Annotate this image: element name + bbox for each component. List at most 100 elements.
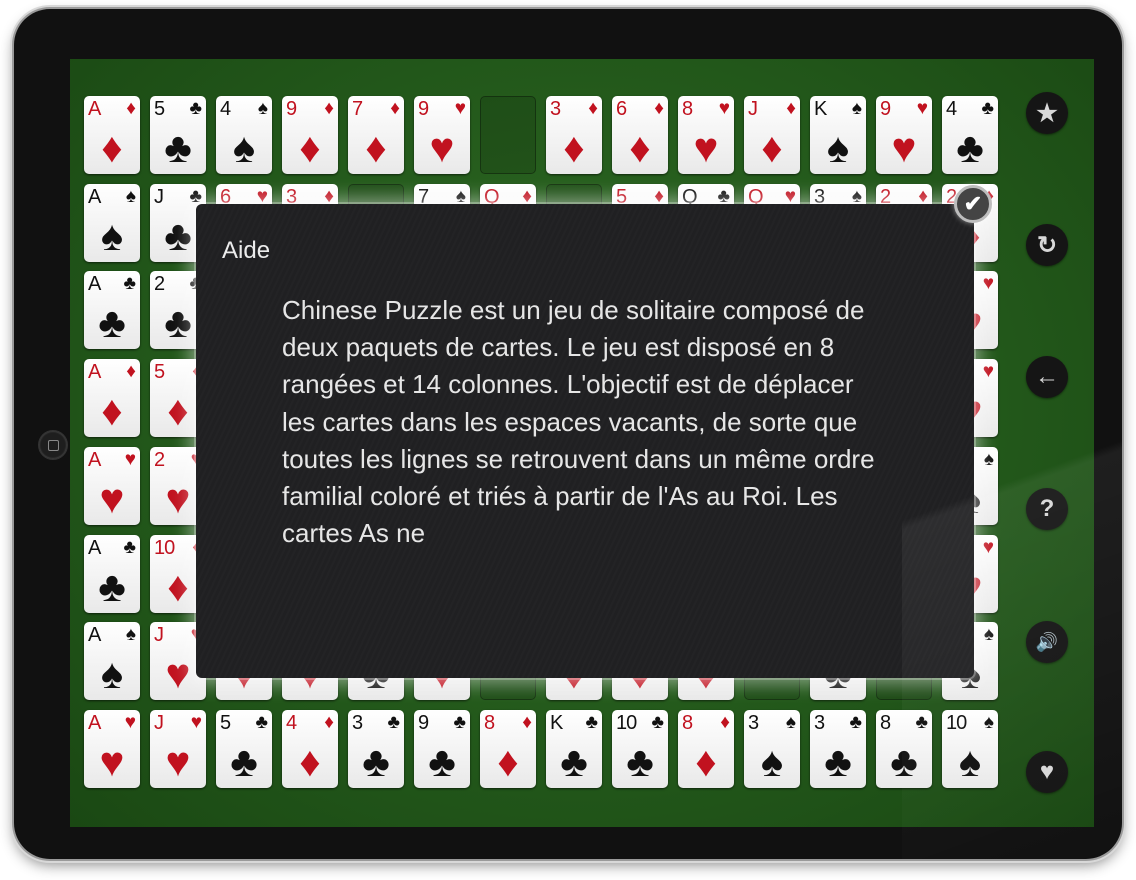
card-rank: 8 — [682, 98, 693, 120]
playing-card[interactable]: A ♥ ♥ — [84, 446, 140, 525]
card-suit-large: ♣ — [626, 737, 654, 785]
card-rank: A — [88, 711, 101, 734]
playing-card[interactable]: J♥♥ — [150, 709, 206, 788]
playing-card[interactable]: 9 ♦ ♦ — [282, 96, 338, 174]
playing-card[interactable]: 3♦♦ — [546, 96, 602, 174]
card-suit-large: ♣ — [362, 737, 390, 785]
card-suit-large: ♣ — [98, 299, 126, 347]
card-suit-small: ♣ — [915, 711, 928, 733]
card-suit-large: ♥ — [99, 474, 125, 522]
card-rank: J — [154, 185, 164, 208]
card-suit-large: ♣ — [428, 737, 456, 785]
close-dialog-button[interactable]: ✔ — [954, 185, 992, 223]
card-suit-large: ♦ — [629, 124, 651, 171]
playing-card[interactable]: 6 ♦ ♦ — [612, 96, 668, 174]
card-rank: A — [88, 624, 101, 647]
sound-button[interactable]: 🔊 — [1026, 621, 1068, 663]
card-rank: 2 — [154, 448, 165, 471]
help-button[interactable]: ? — [1026, 488, 1068, 530]
card-suit-small: ♥ — [454, 98, 466, 119]
card-suit-small: ♠ — [785, 711, 796, 733]
card-suit-large: ♦ — [761, 124, 783, 171]
playing-card[interactable]: 8 ♦ ♦ — [678, 709, 734, 788]
card-suit-small: ♠ — [983, 448, 994, 470]
playing-card[interactable]: A ♦ ♦ — [84, 96, 140, 174]
playing-card[interactable]: 5 ♣ ♣ — [216, 709, 272, 788]
card-suit-large: ♦ — [365, 124, 387, 171]
playing-card[interactable]: 9 ♥ ♥ — [876, 96, 932, 174]
card-suit-small: ♥ — [190, 711, 202, 733]
card-rank: 3 — [550, 98, 561, 120]
card-suit-large: ♦ — [299, 737, 321, 785]
card-rank: 10 — [946, 711, 967, 734]
playing-card[interactable]: 8 ♦ ♦ — [480, 709, 536, 788]
card-suit-small: ♦ — [588, 98, 598, 119]
card-suit-small: ♦ — [126, 361, 136, 383]
help-icon: ? — [1039, 495, 1055, 522]
playing-card[interactable]: 10 ♠ ♠ — [942, 709, 998, 788]
card-suit-small: ♣ — [651, 711, 664, 733]
playing-card[interactable]: A ♠ ♠ — [84, 622, 140, 701]
card-suit-large: ♣ — [890, 737, 918, 785]
card-suit-large: ♦ — [101, 124, 123, 171]
playing-card[interactable]: 9 ♥ ♥ — [414, 96, 470, 174]
sound-icon: 🔊 — [1035, 631, 1059, 652]
playing-card[interactable]: 3 ♣ ♣ — [348, 709, 404, 788]
playing-card[interactable]: A ♣ ♣ — [84, 534, 140, 613]
card-suit-small: ♦ — [786, 98, 796, 119]
home-button[interactable] — [38, 430, 68, 460]
star-button[interactable]: ★ — [1026, 92, 1068, 134]
star-icon: ★ — [1036, 99, 1058, 127]
card-suit-large: ♦ — [497, 737, 519, 785]
card-rank: 6 — [616, 98, 627, 120]
card-rank: A — [88, 98, 101, 120]
restart-button[interactable]: ↻ — [1026, 224, 1068, 266]
card-suit-small: ♦ — [390, 98, 400, 119]
empty-slot[interactable] — [480, 96, 536, 174]
card-suit-large: ♠ — [100, 211, 124, 259]
playing-card[interactable]: 3 ♣ ♣ — [810, 709, 866, 788]
playing-card[interactable]: 10 ♣ ♣ — [612, 709, 668, 788]
heart-button[interactable]: ♥ — [1026, 751, 1068, 793]
card-rank: A — [88, 361, 101, 384]
card-suit-small: ♠ — [851, 98, 862, 119]
playing-card[interactable]: 8 ♥ ♥ — [678, 96, 734, 174]
card-rank: 7 — [352, 98, 363, 120]
playing-card[interactable]: A ♥ ♥ — [84, 709, 140, 788]
card-suit-small: ♥ — [982, 361, 994, 383]
card-rank: K — [814, 98, 827, 120]
playing-card[interactable]: J ♦ ♦ — [744, 96, 800, 174]
card-rank: 10 — [154, 536, 175, 559]
card-suit-small: ♦ — [654, 98, 664, 119]
playing-card[interactable]: 4 ♣ ♣ — [942, 96, 998, 174]
card-suit-small: ♦ — [522, 711, 532, 733]
playing-card[interactable]: 4♦♦ — [282, 709, 338, 788]
playing-card[interactable]: A ♠ ♠ — [84, 183, 140, 262]
card-rank: A — [88, 185, 101, 208]
restart-icon: ↻ — [1036, 231, 1058, 259]
card-suit-small: ♣ — [255, 711, 268, 733]
card-rank: A — [88, 536, 101, 559]
card-suit-large: ♠ — [826, 124, 850, 171]
card-rank: 8 — [682, 711, 693, 734]
playing-card[interactable]: 9 ♣ ♣ — [414, 709, 470, 788]
card-suit-small: ♣ — [123, 273, 136, 295]
playing-card[interactable]: A ♦ ♦ — [84, 359, 140, 438]
playing-card[interactable]: 8 ♣ ♣ — [876, 709, 932, 788]
card-suit-small: ♥ — [124, 711, 136, 733]
playing-card[interactable]: K ♣ ♣ — [546, 709, 602, 788]
card-suit-small: ♠ — [257, 98, 268, 119]
playing-card[interactable]: 5 ♣ ♣ — [150, 96, 206, 174]
playing-card[interactable]: K ♠ ♠ — [810, 96, 866, 174]
playing-card[interactable]: 3♠♠ — [744, 709, 800, 788]
undo-icon: ← — [1035, 363, 1059, 390]
card-suit-large: ♥ — [99, 737, 125, 785]
playing-card[interactable]: 7 ♦ ♦ — [348, 96, 404, 174]
card-rank: 5 — [154, 98, 165, 120]
playing-card[interactable]: 4 ♠ ♠ — [216, 96, 272, 174]
undo-button[interactable]: ← — [1026, 356, 1068, 398]
card-rank: 10 — [616, 711, 637, 734]
playing-card[interactable]: A ♣ ♣ — [84, 271, 140, 350]
card-suit-large: ♣ — [230, 737, 258, 785]
card-rank: J — [154, 624, 164, 647]
